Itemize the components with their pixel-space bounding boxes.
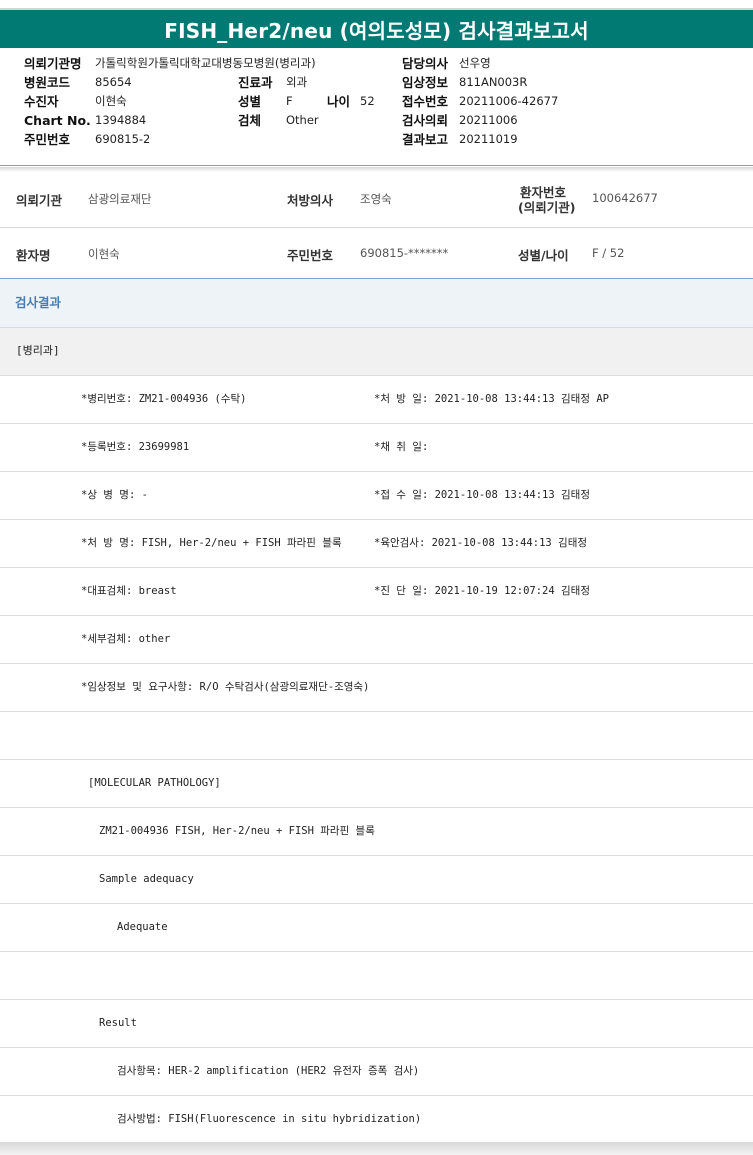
specimen-value: Other — [286, 113, 319, 127]
header-row-chart: Chart No. 1394884 검체 Other 검사의뢰 20211006 — [0, 111, 753, 130]
result-row: *대표검체: breast *진 단 일: 2021-10-19 12:07:2… — [0, 568, 753, 616]
result-report-label: 결과보고 — [402, 132, 449, 147]
examinee-value: 이현숙 — [95, 94, 127, 108]
result-row: *등록번호: 23699981 *채 취 일: — [0, 424, 753, 472]
patient-name-label: 환자명 — [16, 248, 51, 263]
report-line — [0, 712, 753, 760]
result-left: *등록번호: 23699981 — [81, 441, 190, 453]
report-line: 검사방법: FISH(Fluorescence in situ hybridiz… — [0, 1096, 753, 1143]
report-text: [MOLECULAR PATHOLOGY] — [88, 777, 221, 789]
receipt-number-label: 접수번호 — [402, 94, 449, 109]
result-row: *처 방 명: FISH, Her-2/neu + FISH 파라핀 블록 *육… — [0, 520, 753, 568]
prescribing-doctor-label: 처방의사 — [287, 193, 334, 208]
result-right: *처 방 일: 2021-10-08 13:44:13 김태정 AP — [374, 393, 609, 405]
result-right: *육안검사: 2021-10-08 13:44:13 김태정 — [374, 537, 588, 549]
specimen-label: 검체 — [238, 113, 262, 128]
report-text: Result — [99, 1017, 137, 1029]
result-left: *임상정보 및 요구사항: R/O 수탁검사(삼광의료재단-조영숙) — [81, 681, 370, 693]
result-row: *임상정보 및 요구사항: R/O 수탁검사(삼광의료재단-조영숙) — [0, 664, 753, 712]
attending-doctor-value: 선우영 — [459, 56, 491, 70]
resident-number-label: 주민번호 — [24, 132, 71, 147]
patient-name-value: 이현숙 — [88, 247, 120, 261]
header-row-hospital-code: 병원코드 85654 진료과 외과 임상정보 811AN003R — [0, 73, 753, 92]
age-value: 52 — [360, 94, 375, 108]
header-row-rrn: 주민번호 690815-2 결과보고 20211019 — [0, 130, 753, 149]
report-text: Sample adequacy — [99, 873, 194, 885]
header-row-examinee: 수진자 이현숙 성별 F 나이 52 접수번호 20211006-42677 — [0, 92, 753, 111]
report-line: Adequate — [0, 904, 753, 952]
sex-age-label: 성별/나이 — [518, 248, 569, 263]
page-bottom-edge — [0, 1143, 753, 1155]
age-label: 나이 — [327, 94, 351, 109]
result-left: *대표검체: breast — [81, 585, 177, 597]
department-label: 진료과 — [238, 75, 273, 90]
examinee-label: 수진자 — [24, 94, 59, 109]
chart-number-value: 1394884 — [95, 113, 147, 127]
department-value: 외과 — [286, 75, 308, 89]
report-text: Adequate — [117, 921, 168, 933]
info-row-patient: 환자명 이현숙 주민번호 690815-******* 성별/나이 F / 52 — [0, 228, 753, 278]
resident-id-label: 주민번호 — [287, 248, 334, 263]
section-test-results: 검사결과 — [0, 278, 753, 328]
institution-name-label: 의뢰기관명 — [24, 56, 82, 71]
patient-number-value: 100642677 — [592, 191, 658, 205]
result-left: *상 병 명: - — [81, 489, 148, 501]
institution-name-value: 가톨릭학원가톨릭대학교대병동모병원(병리과) — [95, 56, 316, 70]
result-row: *세부검체: other — [0, 616, 753, 664]
prescribing-doctor-value: 조영숙 — [360, 192, 392, 206]
attending-doctor-label: 담당의사 — [402, 56, 449, 71]
result-row: *병리번호: ZM21-004936 (수탁) *처 방 일: 2021-10-… — [0, 376, 753, 424]
result-right: *접 수 일: 2021-10-08 13:44:13 김태정 — [374, 489, 590, 501]
department-row: [병리과] — [0, 328, 753, 376]
resident-id-value: 690815-******* — [360, 246, 449, 260]
test-request-value: 20211006 — [459, 113, 518, 127]
report-text: ZM21-004936 FISH, Her-2/neu + FISH 파라핀 블… — [99, 825, 375, 837]
clinical-info-value: 811AN003R — [459, 75, 528, 89]
resident-number-value: 690815-2 — [95, 132, 151, 146]
report-line: Sample adequacy — [0, 856, 753, 904]
report-header: 의뢰기관명 가톨릭학원가톨릭대학교대병동모병원(병리과) 담당의사 선우영 병원… — [0, 50, 753, 166]
clinical-info-label: 임상정보 — [402, 75, 449, 90]
result-left: *세부검체: other — [81, 633, 171, 645]
report-line: Result — [0, 1000, 753, 1048]
requesting-institution-value: 삼광의료재단 — [88, 192, 152, 206]
info-row-institution: 의뢰기관 삼광의료재단 처방의사 조영숙 환자번호 (의뢰기관) 1006426… — [0, 172, 753, 228]
report-line: ZM21-004936 FISH, Her-2/neu + FISH 파라핀 블… — [0, 808, 753, 856]
result-report-value: 20211019 — [459, 132, 518, 146]
header-row-institution: 의뢰기관명 가톨릭학원가톨릭대학교대병동모병원(병리과) 담당의사 선우영 — [0, 54, 753, 73]
receipt-number-value: 20211006-42677 — [459, 94, 559, 108]
result-right: *진 단 일: 2021-10-19 12:07:24 김태정 — [374, 585, 590, 597]
report-line: 검사항목: HER-2 amplification (HER2 유전자 증폭 검… — [0, 1048, 753, 1096]
hospital-code-label: 병원코드 — [24, 75, 71, 90]
result-left: *병리번호: ZM21-004936 (수탁) — [81, 393, 247, 405]
report-text: 검사방법: FISH(Fluorescence in situ hybridiz… — [117, 1113, 422, 1125]
report-text: 검사항목: HER-2 amplification (HER2 유전자 증폭 검… — [117, 1065, 420, 1077]
report-line: [MOLECULAR PATHOLOGY] — [0, 760, 753, 808]
result-right: *채 취 일: — [374, 441, 429, 453]
requesting-institution-label: 의뢰기관 — [16, 193, 63, 208]
report-title: FISH_Her2/neu (여의도성모) 검사결과보고서 — [0, 8, 753, 48]
chart-number-label: Chart No. — [24, 113, 91, 128]
sex-label: 성별 — [238, 94, 262, 109]
hospital-code-value: 85654 — [95, 75, 132, 89]
result-row: *상 병 명: - *접 수 일: 2021-10-08 13:44:13 김태… — [0, 472, 753, 520]
test-request-label: 검사의뢰 — [402, 113, 449, 128]
report-line — [0, 952, 753, 1000]
result-left: *처 방 명: FISH, Her-2/neu + FISH 파라핀 블록 — [81, 537, 342, 549]
sex-value: F — [286, 94, 293, 108]
patient-number-sublabel: (의뢰기관) — [518, 200, 576, 215]
sex-age-value: F / 52 — [592, 246, 625, 260]
